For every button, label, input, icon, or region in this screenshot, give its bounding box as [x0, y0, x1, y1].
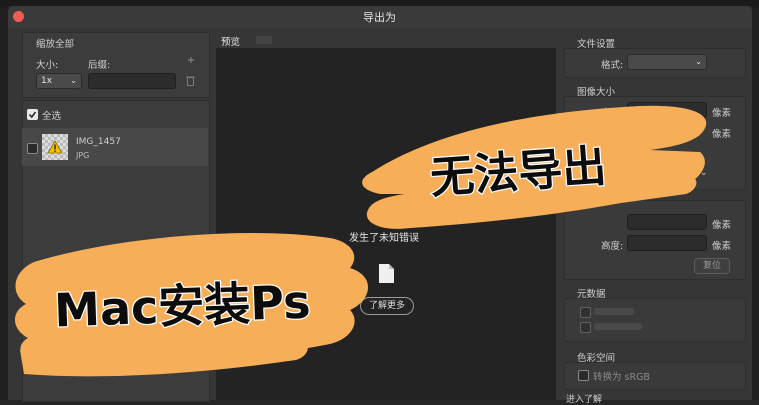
- headline-cannot-export: 无法导出: [427, 140, 609, 206]
- brush-stroke-overlay: [14, 105, 707, 377]
- headline-mac-install-ps: Mac安装Ps: [52, 273, 313, 338]
